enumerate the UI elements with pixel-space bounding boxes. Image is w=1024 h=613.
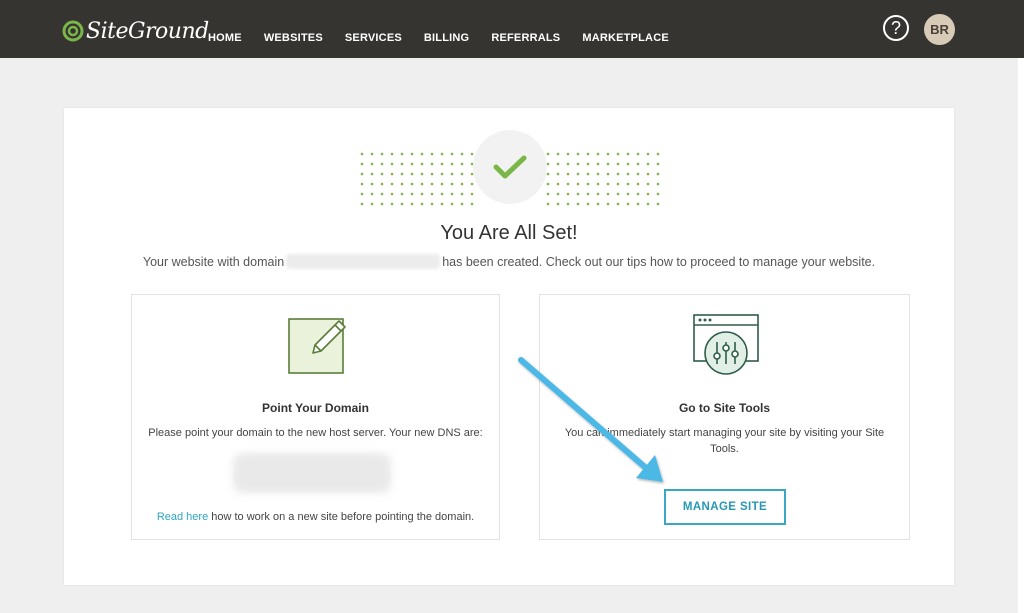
nav-services[interactable]: SERVICES xyxy=(345,32,402,44)
avatar-initials: BR xyxy=(930,22,949,37)
site-tools-title: Go to Site Tools xyxy=(678,401,771,415)
subtitle-text-start: Your website with domain xyxy=(142,254,285,269)
page-subtitle: Your website with domain has been create… xyxy=(64,254,954,269)
success-card: You Are All Set! Your website with domai… xyxy=(64,108,954,585)
nav-websites[interactable]: WEBSITES xyxy=(264,32,323,44)
site-tools-icon xyxy=(693,314,759,375)
read-here-link[interactable]: Read here xyxy=(157,511,208,523)
top-navigation-bar: SiteGround HOME WEBSITES SERVICES BILLIN… xyxy=(0,0,1024,58)
help-icon: ? xyxy=(890,17,901,38)
redacted-dns-servers xyxy=(233,453,391,493)
point-domain-title: Point Your Domain xyxy=(262,401,369,415)
nav-referrals[interactable]: REFERRALS xyxy=(491,32,560,44)
decorative-dots-left xyxy=(360,152,474,206)
scrollbar-track[interactable] xyxy=(1018,58,1024,613)
checkmark-icon xyxy=(493,155,527,179)
help-button[interactable]: ? xyxy=(883,15,909,41)
main-nav: HOME WEBSITES SERVICES BILLING REFERRALS… xyxy=(208,32,691,44)
point-domain-panel: Point Your Domain Please point your doma… xyxy=(131,294,500,540)
site-tools-text: You can immediately start managing your … xyxy=(564,427,885,455)
page-title: You Are All Set! xyxy=(440,222,578,244)
redacted-domain xyxy=(286,254,441,269)
point-domain-footer: Read here how to work on a new site befo… xyxy=(132,511,499,523)
logo-text: SiteGround xyxy=(86,18,209,44)
nav-marketplace[interactable]: MARKETPLACE xyxy=(582,32,669,44)
footer-text: how to work on a new site before pointin… xyxy=(208,511,475,523)
manage-site-button[interactable]: MANAGE SITE xyxy=(664,489,786,525)
siteground-logo[interactable]: SiteGround xyxy=(62,17,209,45)
siteground-logo-icon xyxy=(62,20,84,42)
decorative-dots-right xyxy=(546,152,660,206)
subtitle-text-end: has been created. Check out our tips how… xyxy=(442,254,876,269)
site-tools-panel: Go to Site Tools You can immediately sta… xyxy=(539,294,910,540)
point-domain-text: Please point your domain to the new host… xyxy=(148,427,483,439)
nav-home[interactable]: HOME xyxy=(208,32,242,44)
success-check-badge xyxy=(473,130,547,204)
avatar[interactable]: BR xyxy=(924,14,955,45)
nav-billing[interactable]: BILLING xyxy=(424,32,469,44)
edit-document-icon xyxy=(288,318,346,374)
